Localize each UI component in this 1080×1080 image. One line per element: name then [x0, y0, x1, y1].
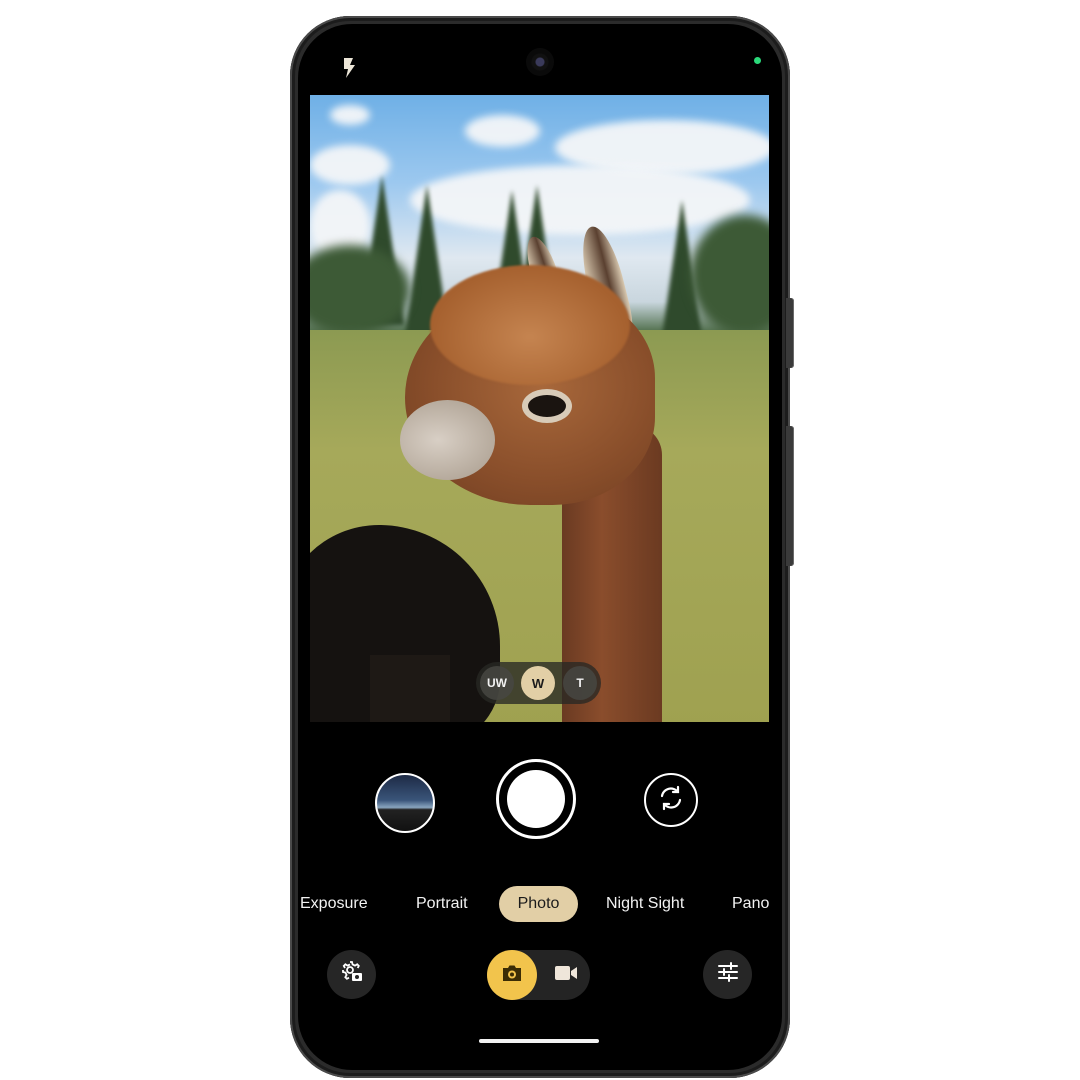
camera-icon: [501, 964, 523, 987]
video-icon: [554, 964, 578, 987]
mode-night-sight[interactable]: Night Sight: [606, 886, 684, 922]
capture-controls: [298, 759, 782, 849]
flip-camera-button[interactable]: [644, 773, 698, 827]
mode-exposure[interactable]: Exposure: [300, 886, 368, 922]
photo-video-toggle: [487, 950, 590, 1000]
camera-screen: UW W T Exposure Portrait Photo Night Sig…: [298, 24, 782, 1070]
alpaca-muzzle: [400, 400, 495, 480]
flash-auto-icon[interactable]: [342, 58, 356, 78]
front-camera-cutout: [526, 48, 554, 76]
alpaca-eye: [528, 395, 566, 417]
lens-wide-button[interactable]: W: [521, 666, 555, 700]
mode-portrait[interactable]: Portrait: [416, 886, 468, 922]
photo-mode-button[interactable]: [487, 950, 537, 1000]
mode-pano[interactable]: Pano: [732, 886, 769, 922]
gallery-thumbnail[interactable]: [375, 773, 435, 833]
cloud: [330, 105, 370, 125]
status-bar: [298, 24, 782, 94]
lens-ultrawide-button[interactable]: UW: [480, 666, 514, 700]
cloud: [465, 115, 540, 147]
mode-photo[interactable]: Photo: [499, 886, 578, 922]
camera-settings-button[interactable]: [327, 950, 376, 999]
mode-selector: Exposure Portrait Photo Night Sight Pano: [298, 886, 782, 922]
camera-settings-icon: [339, 959, 365, 990]
video-mode-button[interactable]: [543, 950, 589, 1000]
home-indicator[interactable]: [479, 1039, 599, 1043]
alpaca-fluff: [430, 265, 630, 385]
shutter-inner: [507, 770, 565, 828]
sliders-icon: [717, 961, 739, 988]
viewfinder[interactable]: UW W T: [310, 95, 769, 722]
bottom-bar: [298, 950, 782, 1002]
adjustments-button[interactable]: [703, 950, 752, 999]
power-button: [786, 298, 794, 368]
privacy-indicator-dot: [754, 57, 761, 64]
lens-telephoto-button[interactable]: T: [563, 666, 597, 700]
lens-switcher: UW W T: [476, 662, 601, 704]
shutter-button[interactable]: [496, 759, 576, 839]
volume-button: [786, 426, 794, 566]
flip-camera-icon: [657, 784, 685, 817]
black-alpaca-leg: [370, 655, 450, 722]
